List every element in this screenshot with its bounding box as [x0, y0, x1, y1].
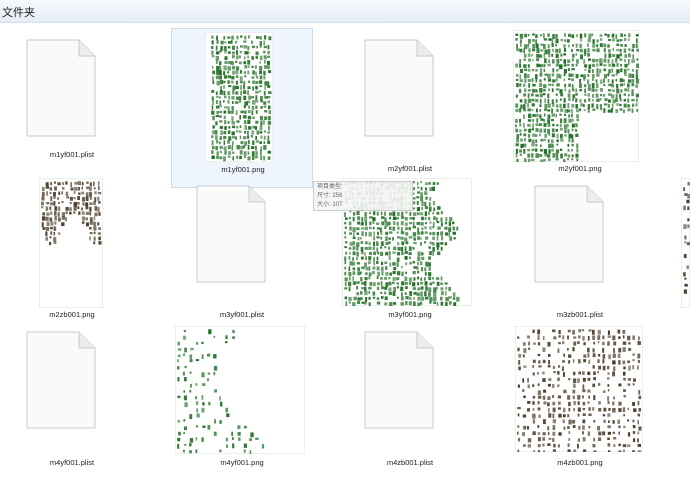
tooltip-type: 项目类型:: [317, 184, 343, 190]
file-name: m1yf001.plist: [49, 150, 95, 159]
file-tile-m3zb001-plist[interactable]: m3zb001.plist: [509, 176, 651, 336]
plist-file-icon: [26, 39, 96, 137]
file-info-tooltip: 项目类型: 尺寸: 256 大小: 107: [313, 181, 413, 211]
file-tile-m1yf001-png[interactable]: m1yf001.png: [171, 28, 313, 188]
plist-file-icon: [534, 185, 604, 283]
file-tile-m4yf001-plist[interactable]: m4yf001.plist: [1, 326, 143, 486]
tooltip-size: 大小: 107: [317, 202, 343, 208]
plist-file-icon: [196, 185, 266, 283]
file-name: m4zb001.png: [557, 458, 603, 467]
file-tile-m1yf001-plist[interactable]: m1yf001.plist: [1, 26, 143, 186]
png-thumbnail: [39, 178, 103, 308]
file-name: m4yf001.png: [220, 458, 264, 467]
png-thumbnail: [513, 30, 639, 162]
png-thumbnail: [175, 326, 305, 454]
file-tile-m4zb001-plist[interactable]: m4zb001.plist: [339, 326, 481, 486]
file-tile-m2yf001-png[interactable]: m2yf001.png: [509, 26, 651, 186]
file-name: m3zb001.plist: [556, 310, 604, 319]
file-name: m2yf001.plist: [387, 164, 433, 173]
file-tile-m4zb001-png[interactable]: m4zb001.png: [509, 326, 651, 486]
file-tile-m2yf001-plist[interactable]: m2yf001.plist: [339, 26, 481, 186]
folder-title: 文件夹: [2, 7, 35, 19]
file-tile-m2zb001-png[interactable]: m2zb001.png: [1, 176, 143, 336]
file-name: m4yf001.plist: [49, 458, 95, 467]
title-bar: 文件夹: [0, 0, 690, 23]
plist-file-icon: [364, 39, 434, 137]
file-tile-m4yf001-png[interactable]: m4yf001.png: [171, 326, 313, 486]
plist-file-icon: [364, 331, 434, 429]
file-name: m3yf001.png: [388, 310, 432, 319]
plist-file-icon: [26, 331, 96, 429]
partial-png-thumbnail[interactable]: [681, 178, 690, 308]
tooltip-dimensions: 尺寸: 256: [317, 193, 343, 199]
file-name: m2yf001.png: [558, 164, 602, 173]
file-name: m4zb001.plist: [386, 458, 434, 467]
png-thumbnail: [515, 326, 643, 452]
file-name: m1yf001.png: [221, 165, 265, 174]
file-name: m3yf001.plist: [219, 310, 265, 319]
file-tile-m3yf001-plist[interactable]: m3yf001.plist: [171, 176, 313, 336]
png-thumbnail: [205, 32, 273, 162]
file-name: m2zb001.png: [49, 310, 95, 319]
